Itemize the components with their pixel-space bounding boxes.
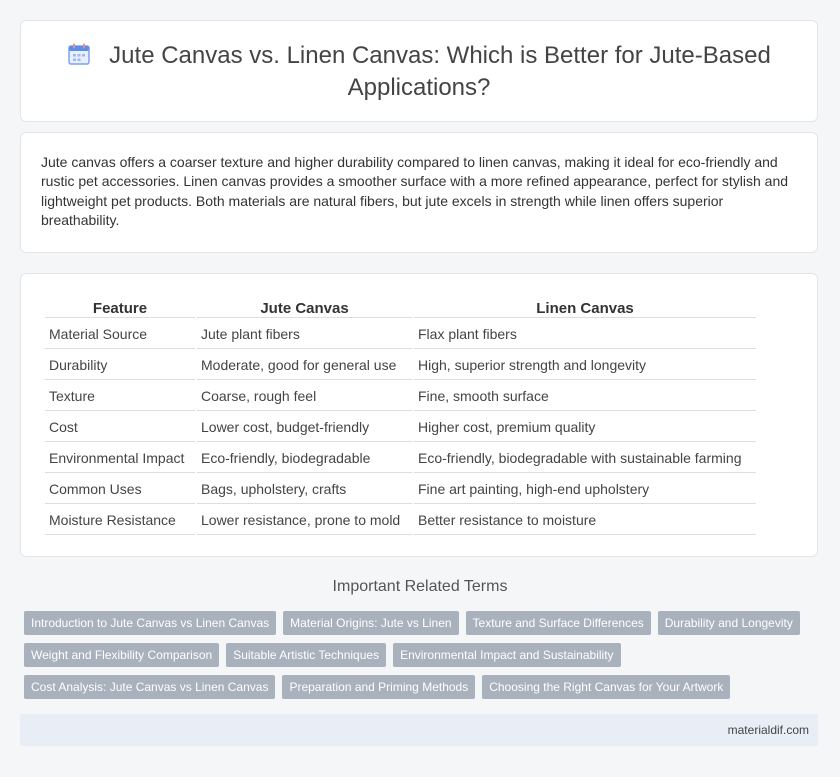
comparison-table: Feature Jute Canvas Linen Canvas Materia… [43,296,758,537]
linen-cell: Flax plant fibers [414,320,756,349]
related-term-tag[interactable]: Weight and Flexibility Comparison [24,643,220,667]
linen-cell: Fine art painting, high-end upholstery [414,475,756,504]
tag-row: Introduction to Jute Canvas vs Linen Can… [24,611,824,635]
linen-cell: High, superior strength and longevity [414,351,756,380]
jute-cell: Coarse, rough feel [197,382,412,411]
related-term-tag[interactable]: Material Origins: Jute vs Linen [283,611,459,635]
table-row: Cost Lower cost, budget-friendly Higher … [45,413,756,442]
related-term-tag[interactable]: Suitable Artistic Techniques [226,643,387,667]
summary-text: Jute canvas offers a coarser texture and… [41,154,789,228]
feature-cell: Common Uses [45,475,195,504]
feature-cell: Moisture Resistance [45,506,195,535]
feature-cell: Environmental Impact [45,444,195,473]
table-row: Material Source Jute plant fibers Flax p… [45,320,756,349]
table-row: Durability Moderate, good for general us… [45,351,756,380]
linen-cell: Fine, smooth surface [414,382,756,411]
summary-card: Jute canvas offers a coarser texture and… [20,132,818,253]
jute-cell: Moderate, good for general use [197,351,412,380]
related-term-tag[interactable]: Preparation and Priming Methods [282,675,476,699]
jute-cell: Bags, upholstery, crafts [197,475,412,504]
tag-row: Cost Analysis: Jute Canvas vs Linen Canv… [24,675,824,699]
related-terms-tags: Introduction to Jute Canvas vs Linen Can… [24,611,824,707]
linen-cell: Better resistance to moisture [414,506,756,535]
related-term-tag[interactable]: Choosing the Right Canvas for Your Artwo… [482,675,731,699]
feature-cell: Texture [45,382,195,411]
jute-cell: Eco-friendly, biodegradable [197,444,412,473]
jute-cell: Jute plant fibers [197,320,412,349]
header-jute-canvas: Jute Canvas [197,298,412,318]
tag-row: Weight and Flexibility Comparison Suitab… [24,643,824,667]
related-term-tag[interactable]: Introduction to Jute Canvas vs Linen Can… [24,611,277,635]
comparison-table-card: Feature Jute Canvas Linen Canvas Materia… [20,273,818,557]
table-row: Moisture Resistance Lower resistance, pr… [45,506,756,535]
title-card: Jute Canvas vs. Linen Canvas: Which is B… [20,20,818,122]
table-row: Common Uses Bags, upholstery, crafts Fin… [45,475,756,504]
related-term-tag[interactable]: Durability and Longevity [657,611,800,635]
calendar-icon [67,42,91,73]
page-title: Jute Canvas vs. Linen Canvas: Which is B… [109,41,771,101]
page-title-wrapper: Jute Canvas vs. Linen Canvas: Which is B… [59,41,779,102]
related-term-tag[interactable]: Texture and Surface Differences [465,611,651,635]
linen-cell: Eco-friendly, biodegradable with sustain… [414,444,756,473]
feature-cell: Durability [45,351,195,380]
table-header-row: Feature Jute Canvas Linen Canvas [45,298,756,318]
footer: materialdif.com [20,714,818,746]
feature-cell: Cost [45,413,195,442]
related-term-tag[interactable]: Cost Analysis: Jute Canvas vs Linen Canv… [24,675,276,699]
site-name[interactable]: materialdif.com [728,723,809,737]
table-row: Environmental Impact Eco-friendly, biode… [45,444,756,473]
jute-cell: Lower cost, budget-friendly [197,413,412,442]
header-linen-canvas: Linen Canvas [414,298,756,318]
jute-cell: Lower resistance, prone to mold [197,506,412,535]
table-row: Texture Coarse, rough feel Fine, smooth … [45,382,756,411]
linen-cell: Higher cost, premium quality [414,413,756,442]
related-term-tag[interactable]: Environmental Impact and Sustainability [393,643,621,667]
header-feature: Feature [45,298,195,318]
related-terms-title: Important Related Terms [332,578,508,595]
feature-cell: Material Source [45,320,195,349]
